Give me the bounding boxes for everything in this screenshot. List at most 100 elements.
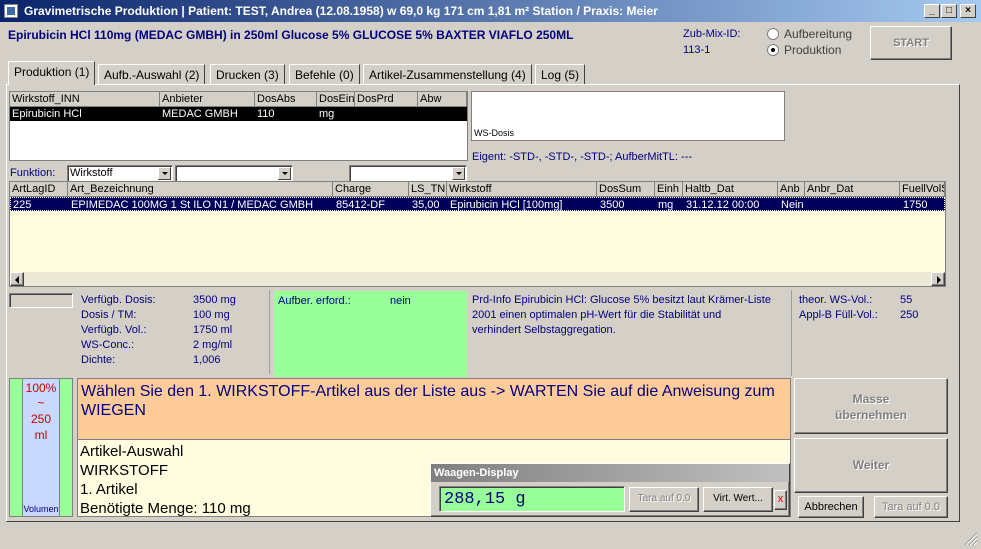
col-artlagid[interactable]: ArtLagID	[10, 182, 68, 197]
cell-wirkstoff: Epirubicin HCl [100mg]	[450, 199, 563, 211]
col-anb[interactable]: Anb	[778, 182, 805, 197]
funktion-select-1[interactable]: Wirkstoff	[67, 165, 173, 182]
wirkstoff-table: Wirkstoff_INN Anbieter DosAbs DosEin Dos…	[9, 91, 468, 161]
cell-abw	[418, 107, 467, 121]
col-anbr-dat[interactable]: Anbr_Dat	[805, 182, 900, 197]
col-ls-tn[interactable]: LS_TN	[409, 182, 447, 197]
scroll-right-icon[interactable]	[931, 272, 945, 286]
start-button[interactable]: START	[870, 26, 952, 60]
chevron-down-icon[interactable]	[278, 167, 291, 180]
dosis-tm-label: Dosis / TM:	[81, 309, 137, 321]
verfuegb-dosis-label: Verfügb. Dosis:	[81, 294, 156, 306]
col-anbieter[interactable]: Anbieter	[160, 92, 255, 107]
cell-dosein: mg	[319, 108, 335, 120]
waagen-display: Waagen-Display 288,15 g Tara auf 0.0 Vir…	[430, 463, 790, 517]
col-fuellvols[interactable]: FuellVolS	[900, 182, 945, 197]
cell-anbieter: MEDAC GMBH	[162, 108, 238, 120]
col-haltb-dat[interactable]: Haltb_Dat	[683, 182, 778, 197]
aufber-panel: Aufber. erford.: nein	[274, 291, 467, 377]
dosis-info-block: Verfügb. Dosis: 3500 mg Dosis / TM: 100 …	[77, 290, 270, 374]
verfuegb-dosis-value: 3500 mg	[193, 294, 236, 306]
ws-dosis-box: WS-Dosis	[471, 91, 785, 141]
funktion-select-1-value: Wirkstoff	[70, 167, 113, 179]
volumen-ml-value: 250	[30, 412, 52, 426]
cell-art-bezeichnung: EPIMEDAC 100MG 1 St ILO N1 / MEDAC GMBH	[71, 199, 314, 211]
theor-ws-vol-label: theor. WS-Vol.:	[799, 294, 873, 306]
funktion-select-2[interactable]	[175, 165, 293, 182]
close-icon[interactable]: x	[774, 490, 787, 510]
tab-drucken[interactable]: Drucken (3)	[210, 64, 285, 84]
col-art-bezeichnung[interactable]: Art_Bezeichnung	[68, 182, 333, 197]
cell-fuellvols: 1750	[903, 199, 928, 211]
col-dossum[interactable]: DosSum	[597, 182, 655, 197]
radio-aufbereitung-label: Aufbereitung	[784, 27, 853, 41]
title-bar: Gravimetrische Produktion | Patient: TES…	[0, 0, 981, 22]
cell-haltb-dat: 31.12.12 00:00	[686, 199, 760, 211]
cell-dosabs: 110	[257, 108, 275, 120]
masse-uebernehmen-button[interactable]: Masse übernehmen	[794, 378, 948, 434]
dosis-tm-value: 100 mg	[193, 309, 230, 321]
chevron-down-icon[interactable]	[158, 167, 171, 180]
table-row[interactable]: 225 EPIMEDAC 100MG 1 St ILO N1 / MEDAC G…	[10, 197, 945, 211]
col-charge[interactable]: Charge	[333, 182, 409, 197]
volumen-ml-unit: ml	[34, 428, 48, 442]
virt-wert-button[interactable]: Virt. Wert...	[703, 487, 773, 512]
tab-befehle[interactable]: Befehle (0)	[289, 64, 360, 84]
maximize-button[interactable]: □	[941, 4, 957, 18]
dichte-value: 1,006	[193, 354, 221, 366]
window-title: Gravimetrische Produktion | Patient: TES…	[24, 4, 658, 18]
funktion-label: Funktion:	[10, 167, 56, 179]
col-wirkstoff[interactable]: Wirkstoff	[447, 182, 597, 197]
aufber-value: nein	[390, 295, 411, 307]
col-einh[interactable]: Einh	[655, 182, 683, 197]
prd-info-text: Prd-Info Epirubicin HCl: Glucose 5% besi…	[472, 294, 771, 336]
tara-bottom-button[interactable]: Tara auf 0.0	[874, 496, 948, 518]
col-abw[interactable]: Abw	[418, 92, 467, 107]
volumen-tilde: ~	[37, 396, 45, 410]
ws-conc-label: WS-Conc.:	[81, 339, 135, 351]
col-wirkstoff-inn[interactable]: Wirkstoff_INN	[10, 92, 160, 107]
volumen-percent: 100%	[25, 381, 57, 395]
ws-dosis-label: WS-Dosis	[474, 128, 514, 138]
minimize-button[interactable]: _	[924, 4, 940, 18]
masse-label-1: Masse	[852, 392, 890, 406]
artikel-auswahl-line-4: Benötigte Menge: 110 mg	[80, 500, 251, 517]
tab-artikel-zusammenstellung[interactable]: Artikel-Zusammenstellung (4)	[363, 64, 532, 84]
cell-wirkstoff: Epirubicin HCl	[12, 108, 82, 120]
chevron-down-icon[interactable]	[452, 167, 465, 180]
col-dosabs[interactable]: DosAbs	[255, 92, 317, 107]
cell-dossum: 3500	[600, 199, 625, 211]
divider	[791, 290, 792, 376]
radio-produktion-label: Produktion	[784, 43, 842, 57]
app-icon	[4, 4, 18, 18]
scroll-left-icon[interactable]	[10, 272, 24, 286]
cell-charge: 85412-DF	[336, 199, 385, 211]
cell-dosprd	[355, 107, 418, 121]
col-dosein[interactable]: DosEin	[317, 92, 355, 107]
close-button[interactable]: ×	[960, 4, 976, 18]
tara-button[interactable]: Tara auf 0.0	[629, 487, 699, 512]
appl-b-label: Appl-B Füll-Vol.:	[799, 309, 878, 321]
cell-artlagid: 225	[13, 199, 32, 211]
tab-log[interactable]: Log (5)	[535, 64, 586, 84]
horizontal-scrollbar[interactable]	[10, 272, 945, 286]
radio-aufbereitung[interactable]	[767, 28, 779, 40]
verfuegb-vol-value: 1750 ml	[193, 324, 233, 336]
funktion-select-3[interactable]	[349, 165, 467, 182]
cell-anb: Nein	[781, 199, 804, 211]
tab-aufb-auswahl[interactable]: Aufb.-Auswahl (2)	[98, 64, 206, 84]
volumen-label: Volumen	[23, 504, 59, 514]
artikel-auswahl-line-1: Artikel-Auswahl	[80, 443, 184, 460]
col-dosprd[interactable]: DosPrd	[355, 92, 418, 107]
abbrechen-button[interactable]: Abbrechen	[798, 496, 864, 518]
tab-produktion[interactable]: Produktion (1)	[8, 61, 96, 85]
dichte-label: Dichte:	[81, 354, 116, 366]
masse-label-2: übernehmen	[834, 408, 907, 422]
resize-grip-icon[interactable]	[962, 530, 978, 546]
table-row[interactable]: Epirubicin HCl MEDAC GMBH 110 mg	[10, 107, 467, 121]
waagen-title: Waagen-Display	[431, 464, 789, 482]
zub-mix-label: Zub-Mix-ID:	[683, 28, 741, 40]
weiter-button[interactable]: Weiter	[794, 438, 948, 493]
radio-produktion[interactable]	[767, 44, 779, 56]
eigent-text: Eigent: -STD-, -STD-, -STD-; AufberMitTL…	[472, 151, 693, 163]
